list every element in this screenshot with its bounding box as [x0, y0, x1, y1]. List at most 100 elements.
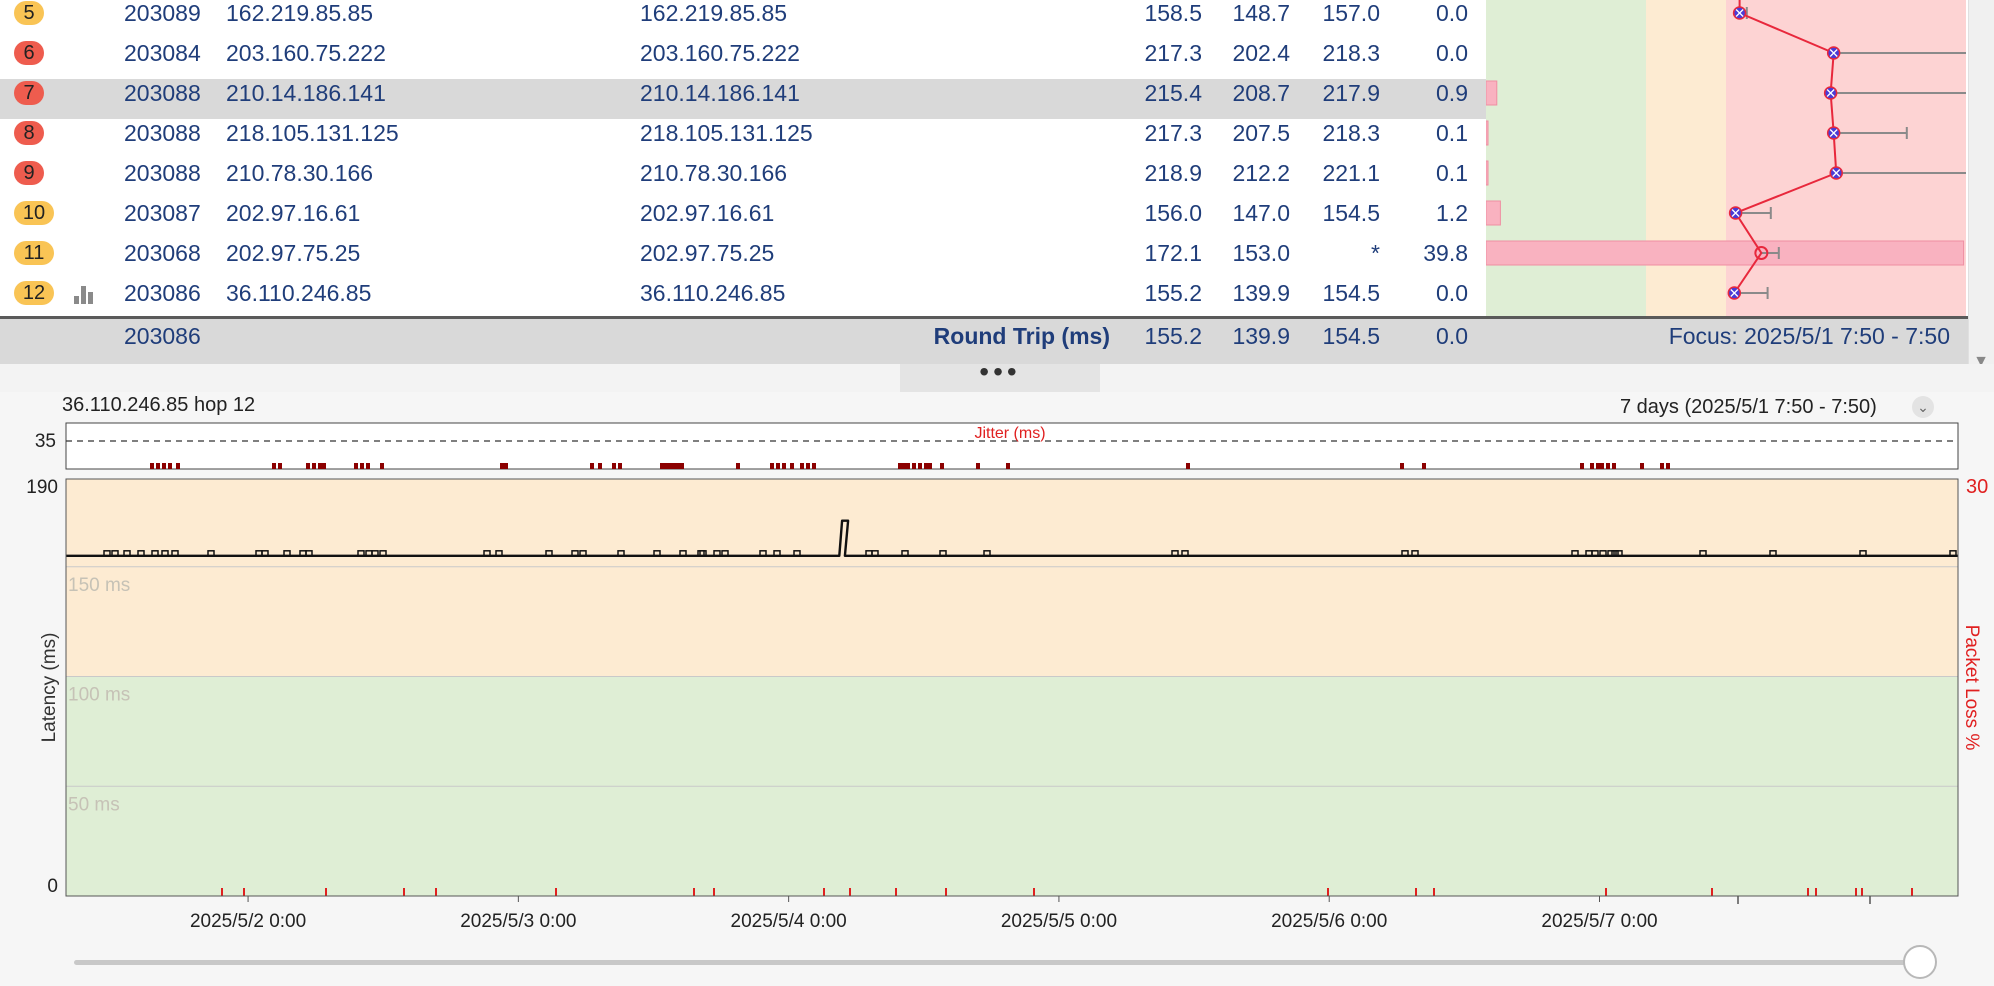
time-slider-thumb[interactable] [1903, 945, 1937, 979]
table-row[interactable]: 6 203084 203.160.75.222 203.160.75.222 217.3… [0, 39, 1486, 79]
time-slider-track[interactable] [74, 960, 1918, 965]
hop-ip: 210.78.30.166 [226, 160, 374, 186]
jitter-mark [676, 463, 680, 469]
hop-hostname: 210.14.186.141 [640, 80, 800, 106]
jitter-mark [618, 463, 622, 469]
jitter-mark [366, 463, 370, 469]
hop-cur: 154.5 [1322, 200, 1380, 226]
hop-min: 139.9 [1232, 280, 1290, 306]
hop-ip: 202.97.16.61 [226, 200, 361, 226]
jitter-mark [776, 463, 780, 469]
hop-avg: 215.4 [1144, 80, 1202, 106]
hop-hostname: 210.78.30.166 [640, 160, 788, 186]
jitter-mark [1186, 463, 1190, 469]
table-row[interactable]: 10 203087 202.97.16.61 202.97.16.61 156.0 147… [0, 199, 1486, 239]
hop-avg: 217.3 [1144, 40, 1202, 66]
jitter-mark [360, 463, 364, 469]
jitter-mark [1400, 463, 1404, 469]
packet-loss-bar [1485, 120, 1489, 146]
jitter-mark [680, 463, 684, 469]
table-row[interactable]: 12 203086 36.110.246.85 36.110.246.85 155.2 1… [0, 279, 1486, 319]
hop-cur: 221.1 [1322, 160, 1380, 186]
jitter-mark [1590, 463, 1594, 469]
jitter-mark [812, 463, 816, 469]
table-row[interactable]: 5 203089 162.219.85.85 162.219.85.85 158.5 14… [0, 0, 1486, 39]
jitter-mark [150, 463, 154, 469]
hop-cur: 154.5 [1322, 280, 1380, 306]
jitter-mark [306, 463, 310, 469]
hop-min: 153.0 [1232, 240, 1290, 266]
packet-loss-max-label: 30 [1966, 476, 1988, 498]
jitter-mark [782, 463, 786, 469]
jitter-mark [912, 463, 916, 469]
jitter-mark [1666, 463, 1670, 469]
x-axis-label: 2025/5/2 0:00 [190, 911, 306, 932]
hop-min: 147.0 [1232, 200, 1290, 226]
jitter-mark [312, 463, 316, 469]
hop-packet-loss: 0.0 [1436, 280, 1468, 306]
hop-asn: 203084 [124, 40, 201, 66]
jitter-mark [272, 463, 276, 469]
jitter-mark [1606, 463, 1610, 469]
table-row[interactable]: 8 203088 218.105.131.125 218.105.131.125 217… [0, 119, 1486, 159]
x-axis-label: 2025/5/3 0:00 [460, 911, 576, 932]
hop-cur: 157.0 [1322, 0, 1380, 26]
hop-cur: * [1371, 240, 1380, 266]
jitter-mark [162, 463, 166, 469]
jitter-mark [322, 463, 326, 469]
hop-asn: 203088 [124, 160, 201, 186]
x-axis-label: 2025/5/6 0:00 [1271, 911, 1387, 932]
hop-min: 208.7 [1232, 80, 1290, 106]
jitter-mark [590, 463, 594, 469]
focus-range: Focus: 2025/5/1 7:50 - 7:50 [1668, 323, 1950, 349]
hop-number-badge: 9 [14, 161, 44, 185]
hop-min: 207.5 [1232, 120, 1290, 146]
hop-hostname: 36.110.246.85 [640, 280, 786, 306]
summary-asn: 203086 [124, 323, 201, 349]
jitter-mark [668, 463, 672, 469]
hop-asn: 203068 [124, 240, 201, 266]
jitter-mark [612, 463, 616, 469]
table-scrollbar[interactable] [1968, 0, 1994, 376]
hop-latency-graph [1485, 0, 1994, 316]
hop-hostname: 203.160.75.222 [640, 40, 800, 66]
hop-number-badge: 7 [14, 81, 44, 105]
jitter-mark [660, 463, 664, 469]
jitter-mark [924, 463, 928, 469]
jitter-mark [902, 463, 906, 469]
bar-chart-icon[interactable] [74, 286, 98, 304]
hop-hostname: 202.97.75.25 [640, 240, 775, 266]
jitter-mark [898, 463, 902, 469]
hop-cur: 218.3 [1322, 120, 1380, 146]
table-row[interactable]: 11 203068 202.97.75.25 202.97.75.25 172.1 153… [0, 239, 1486, 279]
jitter-mark [976, 463, 980, 469]
jitter-mark [790, 463, 794, 469]
table-row[interactable]: 9 203088 210.78.30.166 210.78.30.166 218.9 21… [0, 159, 1486, 199]
hop-number-badge: 6 [14, 41, 44, 65]
hop-packet-loss: 0.1 [1436, 120, 1468, 146]
hop-asn: 203089 [124, 0, 201, 26]
hop-avg: 155.2 [1144, 280, 1202, 306]
packet-loss-bar [1485, 160, 1489, 186]
hop-number-badge: 12 [14, 281, 54, 305]
hop-min: 148.7 [1232, 0, 1290, 26]
jitter-mark [156, 463, 160, 469]
summary-cur: 154.5 [1322, 323, 1380, 349]
latency-band [66, 479, 1958, 677]
jitter-mark [940, 463, 944, 469]
table-row[interactable]: 7 203088 210.14.186.141 210.14.186.141 215.4… [0, 79, 1486, 119]
jitter-mark [736, 463, 740, 469]
hop-hostname: 218.105.131.125 [640, 120, 813, 146]
splitter-grip-icon[interactable]: ••• [900, 358, 1100, 392]
latency-axis-label: Latency (ms) [39, 633, 60, 743]
hop-packet-loss: 0.9 [1436, 80, 1468, 106]
x-axis-label: 2025/5/5 0:00 [1001, 911, 1117, 932]
hop-asn: 203088 [124, 120, 201, 146]
hop-ip: 36.110.246.85 [226, 280, 372, 306]
jitter-mark [176, 463, 180, 469]
x-axis-label: 2025/5/4 0:00 [731, 911, 847, 932]
hop-ip: 210.14.186.141 [226, 80, 386, 106]
jitter-mark [664, 463, 668, 469]
jitter-tick: 35 [35, 431, 56, 452]
jitter-mark [504, 463, 508, 469]
